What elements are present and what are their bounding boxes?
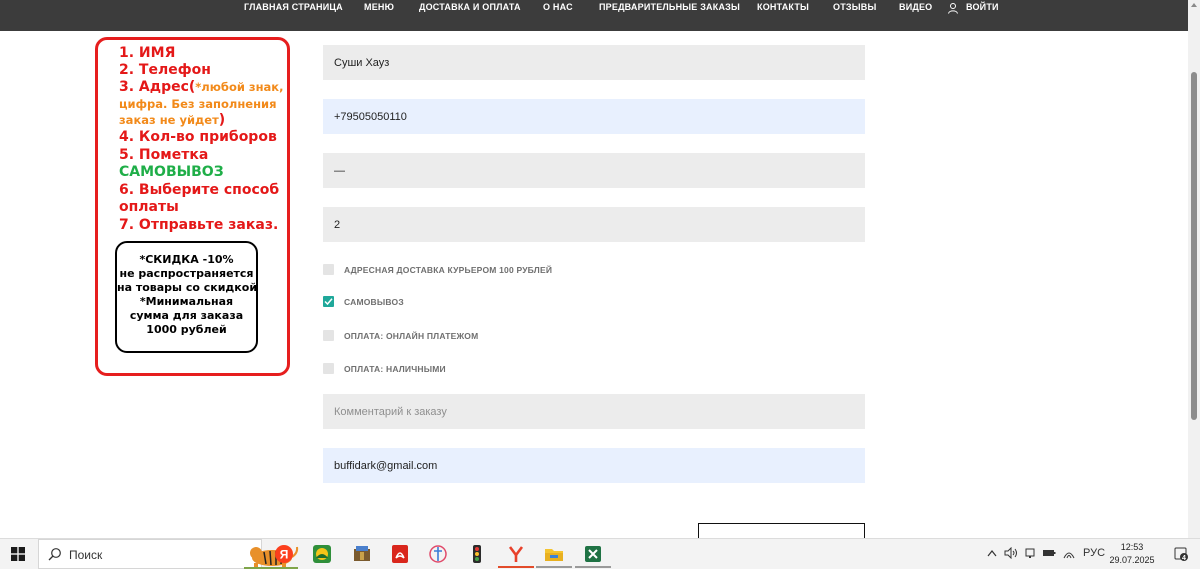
windows-start-icon[interactable] (11, 547, 25, 561)
instruction-phone: 2. Телефон (119, 62, 211, 78)
nav-login[interactable]: ВОЙТИ (966, 2, 999, 12)
nav-delivery[interactable]: ДОСТАВКА И ОПЛАТА (419, 2, 521, 12)
scrollbar-thumb[interactable] (1191, 72, 1197, 420)
taskbar-search[interactable]: Поиск (38, 539, 299, 569)
nav-about[interactable]: О НАС (543, 2, 573, 12)
discount-note: *СКИДКА -10% не распространяется на това… (115, 241, 258, 353)
search-placeholder: Поиск (69, 548, 103, 562)
comment-field[interactable] (323, 394, 865, 429)
device-icon[interactable] (1024, 547, 1036, 559)
address-field[interactable] (323, 153, 865, 188)
option-label: ОПЛАТА: ОНЛАЙН ПЛАТЕЖОМ (344, 331, 479, 341)
file-explorer-icon[interactable] (544, 544, 564, 564)
option-label: САМОВЫВОЗ (344, 297, 404, 307)
top-navigation: ГЛАВНАЯ СТРАНИЦА МЕНЮ ДОСТАВКА И ОПЛАТА … (0, 0, 1188, 31)
notifications-count: 4 (1182, 555, 1186, 562)
note-line: не распространяется (119, 267, 254, 280)
order-instructions: 1. ИМЯ 2. Телефон 3. Адрес(*любой знак, … (95, 37, 290, 376)
note-line: *СКИДКА -10% (139, 253, 234, 266)
email-field[interactable] (323, 448, 865, 483)
speaker-icon[interactable] (1004, 547, 1018, 559)
pdf-icon[interactable] (390, 544, 410, 564)
excel-icon[interactable] (583, 544, 603, 564)
address-input[interactable] (323, 153, 865, 188)
phone-field[interactable] (323, 99, 865, 134)
name-field[interactable] (323, 45, 865, 80)
checkbox-checked[interactable] (323, 296, 334, 307)
note-line: *Минимальная (139, 295, 234, 308)
note-line: 1000 рублей (146, 323, 227, 336)
checkmark-icon (324, 298, 333, 306)
instruction-mark: 5. Пометка (119, 147, 209, 163)
email-input[interactable] (323, 448, 865, 483)
checkbox[interactable] (323, 330, 334, 341)
taskbar-clock[interactable]: 12:53 29.07.2025 (1108, 541, 1156, 567)
comment-input[interactable] (323, 394, 865, 429)
name-input[interactable] (323, 45, 865, 80)
cutlery-count-field[interactable] (323, 207, 865, 242)
instruction-cutlery: 4. Кол-во приборов (119, 129, 277, 145)
yandex-browser-icon[interactable] (506, 544, 526, 564)
note-line: на товары со скидкой (117, 281, 258, 294)
yandex-icon[interactable]: Я (274, 544, 294, 564)
scroll-up-arrow-icon[interactable] (1191, 3, 1197, 7)
instruction-name: 1. ИМЯ (119, 45, 176, 61)
note-line: сумма для заказа (129, 309, 244, 322)
checkbox[interactable] (323, 264, 334, 275)
traffic-light-icon[interactable] (467, 544, 487, 564)
vertical-scrollbar[interactable] (1188, 0, 1200, 538)
checkbox[interactable] (323, 363, 334, 374)
nav-home[interactable]: ГЛАВНАЯ СТРАНИЦА (244, 2, 343, 12)
language-indicator[interactable]: РУС (1083, 547, 1105, 559)
instruction-address-note-2: заказ не уйдет) (119, 112, 226, 128)
nav-reviews[interactable]: ОТЗЫВЫ (833, 2, 876, 12)
phone-input[interactable] (323, 99, 865, 134)
svg-text:Я: Я (280, 548, 289, 562)
tool-icon[interactable] (428, 544, 448, 564)
battery-icon[interactable] (1042, 548, 1056, 558)
search-icon (48, 548, 61, 561)
nav-menu[interactable]: МЕНЮ (364, 2, 394, 12)
clock-time: 12:53 (1120, 542, 1144, 552)
chevron-up-icon[interactable] (987, 549, 997, 557)
user-icon[interactable] (947, 2, 959, 14)
cutlery-count-input[interactable] (323, 207, 865, 242)
instruction-address: 3. Адрес(*любой знак, (119, 79, 284, 95)
maps-icon[interactable] (312, 544, 332, 564)
option-label: ОПЛАТА: НАЛИЧНЫМИ (344, 364, 446, 374)
option-label: АДРЕСНАЯ ДОСТАВКА КУРЬЕРОМ 100 РУБЛЕЙ (344, 265, 553, 275)
nav-preorders[interactable]: ПРЕДВАРИТЕЛЬНЫЕ ЗАКАЗЫ (599, 2, 740, 12)
instruction-address-note: цифра. Без заполнения (119, 97, 277, 111)
archive-icon[interactable] (352, 544, 372, 564)
instruction-pickup: САМОВЫВОЗ (119, 164, 224, 180)
instruction-send: 7. Отправьте заказ. (119, 217, 279, 233)
windows-taskbar: Поиск Я РУС 12:53 29.07.2025 4 (0, 538, 1200, 569)
wifi-icon[interactable] (1062, 547, 1076, 559)
nav-video[interactable]: ВИДЕО (899, 2, 932, 12)
instruction-payment: 6. Выберите способ (119, 182, 280, 198)
instruction-payment-2: оплаты (119, 199, 179, 215)
nav-contacts[interactable]: КОНТАКТЫ (757, 2, 809, 12)
clock-date: 29.07.2025 (1109, 555, 1155, 565)
